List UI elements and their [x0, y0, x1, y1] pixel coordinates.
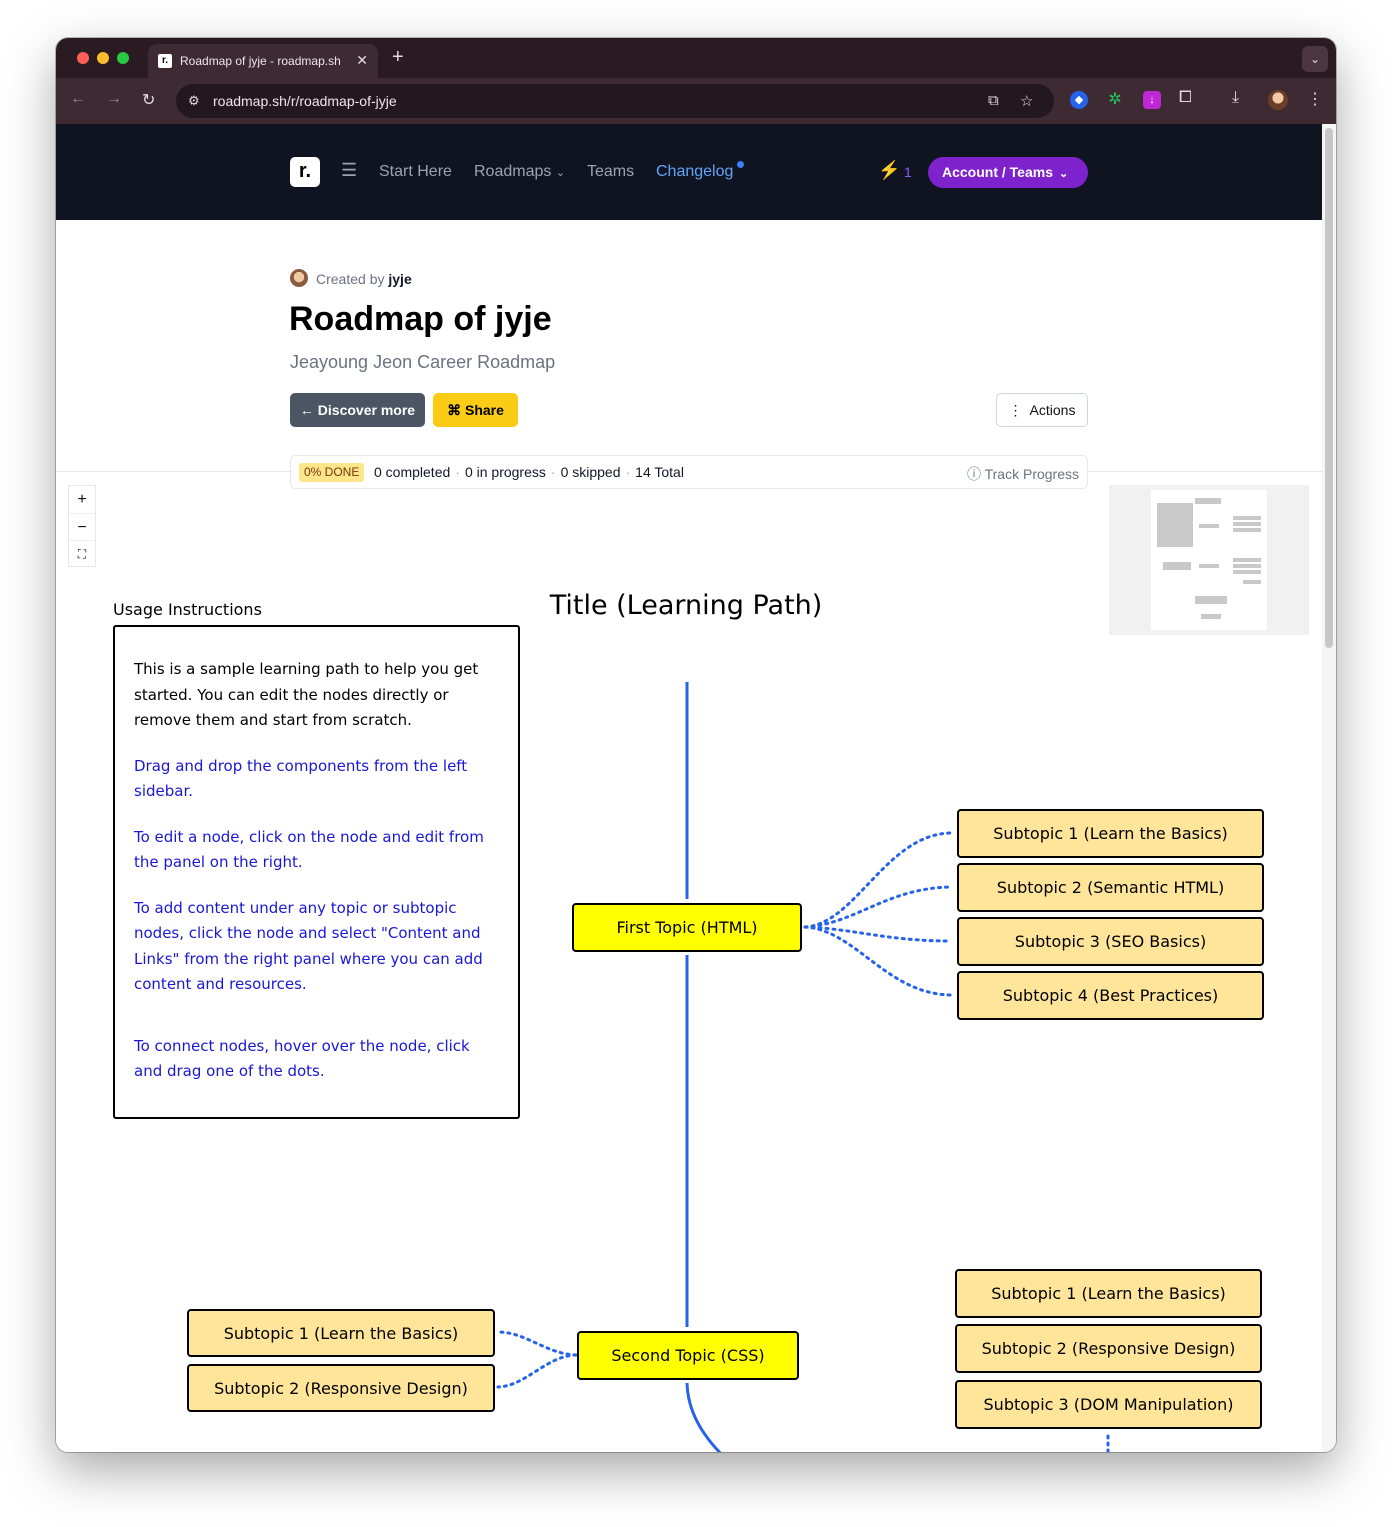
edge-topic2-down — [685, 1382, 722, 1452]
minimap-node — [1201, 614, 1221, 619]
subtopic-node[interactable]: Subtopic 1 (Learn the Basics) — [955, 1269, 1262, 1318]
edge-topic2-leftsub1 — [496, 1330, 578, 1357]
tab-close-icon[interactable]: ✕ — [356, 52, 368, 69]
maximize-window-button[interactable] — [117, 52, 129, 64]
usage-instructions-box[interactable]: This is a sample learning path to help y… — [113, 625, 520, 1119]
topic-node-html[interactable]: First Topic (HTML) — [572, 903, 802, 952]
extension-shield-icon[interactable]: ◆ — [1070, 91, 1088, 109]
zoom-out-button[interactable]: − — [69, 513, 95, 540]
subtopic-node[interactable]: Subtopic 2 (Semantic HTML) — [957, 863, 1264, 912]
zoom-in-button[interactable]: + — [69, 486, 95, 513]
subtopic-node[interactable]: Subtopic 4 (Best Practices) — [957, 971, 1264, 1020]
forward-icon[interactable]: → — [106, 90, 122, 108]
page-content: r. ☰ Start Here Roadmaps ⌄ Teams Changel… — [56, 124, 1322, 1452]
minimap[interactable] — [1109, 485, 1309, 635]
usage-content: To add content under any topic or subtop… — [134, 898, 483, 994]
usage-drag: Drag and drop the components from the le… — [134, 756, 468, 801]
profile-avatar[interactable] — [1268, 90, 1288, 110]
extensions-puzzle-icon[interactable]: ⧠ — [1179, 89, 1192, 107]
topic-node-css[interactable]: Second Topic (CSS) — [577, 1331, 799, 1380]
edge-topic1-sub4 — [803, 925, 953, 997]
subtopic-node[interactable]: Subtopic 3 (DOM Manipulation) — [955, 1380, 1262, 1429]
url-text[interactable]: roadmap.sh/r/roadmap-of-jyje — [213, 93, 397, 109]
site-settings-icon[interactable]: ⚙ — [188, 93, 200, 109]
subtopic-node[interactable]: Subtopic 1 (Learn the Basics) — [957, 809, 1264, 858]
fit-view-button[interactable]: ⛶ — [69, 540, 95, 567]
minimap-node — [1233, 516, 1261, 520]
edge-topic1-sub1 — [803, 831, 953, 929]
minimap-node — [1243, 580, 1261, 584]
subtopic-node[interactable]: Subtopic 2 (Responsive Design) — [187, 1364, 495, 1412]
extension-gear-icon[interactable]: ✲ — [1106, 91, 1124, 109]
edge-topic2-leftsub2 — [496, 1353, 578, 1389]
usage-edit: To edit a node, click on the node and ed… — [134, 827, 484, 872]
install-icon[interactable]: ⧉ — [988, 92, 999, 109]
scrollbar-thumb[interactable] — [1325, 128, 1333, 648]
browser-toolbar: ← → ↻ ⚙ roadmap.sh/r/roadmap-of-jyje ⧉ ☆… — [56, 78, 1336, 124]
usage-connect: To connect nodes, hover over the node, c… — [134, 1036, 470, 1081]
browser-window: r. Roadmap of jyje - roadmap.sh ✕ + ⌄ ← … — [56, 38, 1336, 1452]
subtopic-node[interactable]: Subtopic 1 (Learn the Basics) — [187, 1309, 495, 1357]
subtopic-node[interactable]: Subtopic 3 (SEO Basics) — [957, 917, 1264, 966]
minimap-node — [1195, 498, 1221, 504]
title-bar: r. Roadmap of jyje - roadmap.sh ✕ + ⌄ — [56, 38, 1336, 78]
minimap-viewport — [1151, 490, 1267, 630]
diagram-title[interactable]: Title (Learning Path) — [496, 590, 876, 621]
minimap-node — [1199, 564, 1219, 568]
extension-download-icon[interactable]: ↓ — [1143, 91, 1161, 109]
reload-icon[interactable]: ↻ — [142, 90, 155, 110]
minimize-window-button[interactable] — [97, 52, 109, 64]
edge-topic1-sub3 — [803, 925, 953, 943]
usage-intro: This is a sample learning path to help y… — [134, 660, 479, 729]
minimap-node — [1199, 524, 1219, 528]
minimap-node — [1233, 528, 1261, 532]
bookmark-star-icon[interactable]: ☆ — [1020, 92, 1033, 110]
subtopic-node[interactable]: Subtopic 2 (Responsive Design) — [955, 1324, 1262, 1373]
minimap-node — [1233, 564, 1261, 568]
minimap-node — [1233, 570, 1261, 574]
usage-instructions-label: Usage Instructions — [113, 600, 262, 619]
back-icon[interactable]: ← — [70, 90, 86, 108]
roadmap-canvas[interactable]: Usage Instructions This is a sample lear… — [56, 124, 1322, 1452]
zoom-controls: + − ⛶ — [68, 485, 96, 567]
browser-tab[interactable]: r. Roadmap of jyje - roadmap.sh ✕ — [148, 44, 378, 78]
tab-search-icon[interactable]: ⌄ — [1302, 46, 1328, 72]
more-vert-icon[interactable]: ⋮ — [1307, 89, 1323, 109]
downloads-icon[interactable]: ⤓ — [1232, 89, 1239, 107]
minimap-node — [1233, 558, 1261, 562]
minimap-node — [1163, 562, 1191, 570]
tab-favicon-icon: r. — [158, 54, 172, 68]
new-tab-icon[interactable]: + — [392, 46, 404, 69]
address-bar[interactable]: ⚙ roadmap.sh/r/roadmap-of-jyje ⧉ ☆ — [176, 84, 1054, 118]
page-scrollbar[interactable] — [1322, 124, 1336, 1452]
minimap-node — [1157, 503, 1193, 547]
tab-title: Roadmap of jyje - roadmap.sh — [180, 54, 341, 68]
minimap-node — [1233, 522, 1261, 526]
minimap-node — [1195, 596, 1227, 604]
close-window-button[interactable] — [77, 52, 89, 64]
